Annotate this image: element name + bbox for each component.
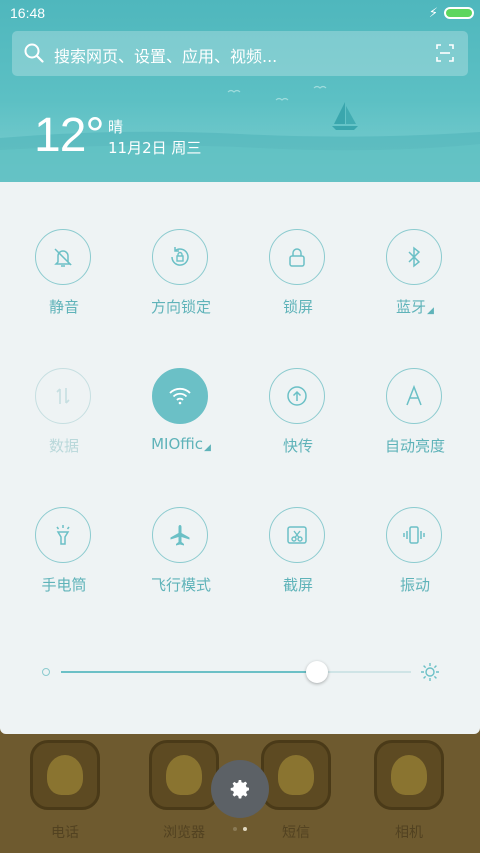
tile-circle[interactable]	[269, 507, 325, 563]
tile-circle[interactable]	[152, 229, 208, 285]
page-indicator	[233, 827, 253, 833]
tile-label: 数据	[48, 437, 79, 455]
tile-wifi[interactable]: MIOffic◢	[122, 321, 240, 453]
tile-label-text: 蓝牙	[396, 298, 427, 316]
weather-date: 11月2日 周三	[108, 139, 202, 157]
tile-circle[interactable]	[35, 507, 91, 563]
tile-label: 飞行模式	[150, 576, 211, 594]
tile-label: MIOffic◢	[122, 435, 240, 453]
lock-icon	[289, 248, 305, 267]
phone-app-icon[interactable]	[30, 740, 100, 810]
bell-off-icon	[54, 248, 72, 267]
dock-app-label: 短信	[282, 825, 310, 841]
tile-label-text: MIOffic	[151, 435, 203, 453]
tile-label: 锁屏	[282, 298, 313, 316]
tile-bluetooth[interactable]: 蓝牙◢	[356, 182, 474, 316]
rotation-lock-icon	[171, 247, 189, 266]
tile-label: 静音	[48, 298, 79, 316]
page-dot-active	[243, 827, 247, 831]
wifi-icon	[169, 387, 191, 405]
tile-circle[interactable]	[386, 229, 442, 285]
dock-app-label: 相机	[395, 825, 423, 841]
weather-condition: 晴	[108, 118, 124, 136]
tile-quick-transfer[interactable]: 快传	[239, 321, 357, 455]
status-bar: 16:48 ⚡	[0, 0, 480, 28]
search-icon	[24, 43, 44, 63]
tile-circle[interactable]	[35, 229, 91, 285]
tile-circle[interactable]	[269, 368, 325, 424]
tile-auto-brightness[interactable]: 自动亮度	[356, 321, 474, 455]
notification-header: 16:48 ⚡ 搜索网页、设置、应用、视频... 12° 晴 11月2日 周三	[0, 0, 480, 182]
tile-airplane-mode[interactable]: 飞行模式	[122, 460, 240, 594]
camera-app-icon[interactable]	[374, 740, 444, 810]
search-input[interactable]: 搜索网页、设置、应用、视频...	[54, 43, 277, 67]
tile-label: 手电筒	[41, 576, 87, 594]
flashlight-icon	[56, 525, 70, 545]
charging-icon: ⚡	[428, 6, 438, 21]
search-bar[interactable]: 搜索网页、设置、应用、视频...	[12, 31, 468, 76]
page-dot	[233, 827, 237, 831]
tile-label: 截屏	[282, 576, 313, 594]
menu-indicator-icon: ◢	[204, 443, 211, 453]
tile-circle[interactable]	[152, 507, 208, 563]
tile-screenshot[interactable]: 截屏	[239, 460, 357, 594]
dock-app-camera[interactable]: 相机	[364, 734, 454, 853]
tile-circle[interactable]	[152, 368, 208, 424]
sms-app-icon[interactable]	[261, 740, 331, 810]
tile-circle[interactable]	[386, 368, 442, 424]
battery-icon	[444, 7, 474, 19]
tile-circle[interactable]	[386, 507, 442, 563]
tile-lock-screen[interactable]: 锁屏	[239, 182, 357, 316]
menu-indicator-icon: ◢	[427, 306, 434, 316]
tile-label: 方向锁定	[150, 298, 211, 316]
browser-app-icon[interactable]	[149, 740, 219, 810]
brightness-thumb[interactable]	[305, 661, 328, 683]
brightness-fill	[61, 671, 317, 673]
tile-label: 蓝牙◢	[356, 296, 474, 317]
mobile-data-icon	[56, 388, 70, 404]
brightness-slider[interactable]	[40, 660, 440, 684]
gear-icon	[230, 780, 249, 799]
dock-app-phone[interactable]: 电话	[20, 734, 110, 853]
tile-circle[interactable]	[269, 229, 325, 285]
brightness-track[interactable]	[61, 661, 411, 683]
tile-rotation-lock[interactable]: 方向锁定	[122, 182, 240, 316]
tile-label: 振动	[399, 576, 430, 594]
tile-vibrate[interactable]: 振动	[356, 460, 474, 594]
dock-app-label: 浏览器	[163, 825, 205, 841]
quick-settings-panel: 静音 方向锁定 锁屏 蓝牙◢ 数据 MIOffic◢ 快传 自动亮度 手电筒 飞…	[0, 182, 480, 734]
brightness-low-icon	[42, 668, 50, 676]
status-time: 16:48	[10, 5, 46, 21]
scan-icon[interactable]	[436, 44, 454, 62]
brightness-high-icon	[421, 663, 439, 681]
birds-icon	[227, 85, 327, 101]
tile-label: 快传	[282, 437, 313, 455]
vibrate-icon	[403, 526, 425, 544]
share-transfer-icon	[287, 386, 307, 406]
tile-mobile-data[interactable]: 数据	[5, 321, 123, 455]
settings-button[interactable]	[211, 760, 269, 818]
screenshot-icon	[287, 526, 307, 544]
auto-brightness-icon	[406, 384, 422, 406]
temperature[interactable]: 12°	[34, 108, 105, 163]
dock-app-label: 电话	[51, 825, 79, 841]
airplane-icon	[170, 525, 190, 546]
tile-flashlight[interactable]: 手电筒	[5, 460, 123, 594]
tile-mute[interactable]: 静音	[5, 182, 123, 316]
tile-label: 自动亮度	[384, 437, 445, 455]
tile-circle[interactable]	[35, 368, 91, 424]
bluetooth-icon	[408, 246, 421, 268]
